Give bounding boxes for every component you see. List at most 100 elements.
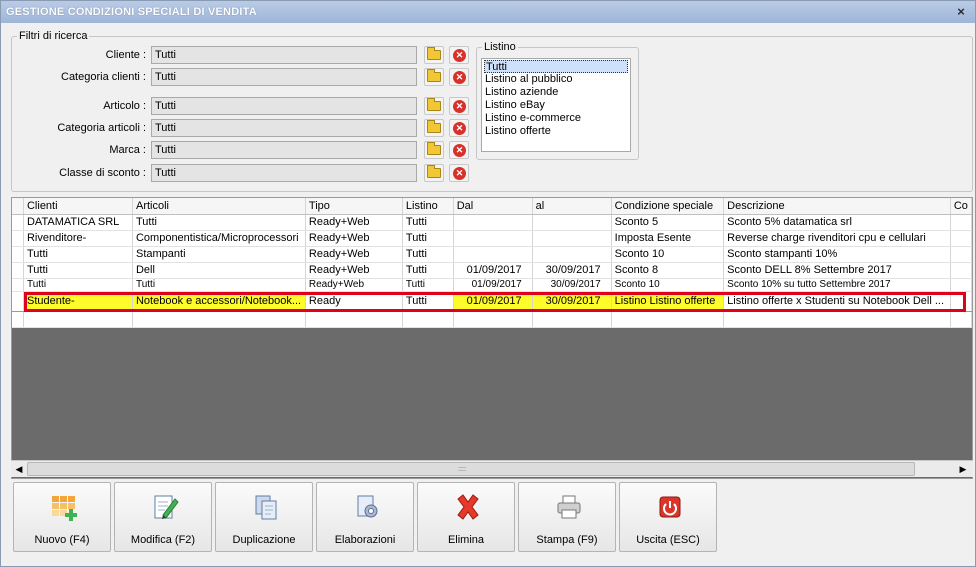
cell: Ready+Web bbox=[305, 262, 403, 279]
cell: Listino Listino offerte bbox=[611, 291, 725, 312]
row-selector[interactable] bbox=[12, 262, 25, 279]
column-header[interactable]: Tipo bbox=[305, 198, 403, 215]
cell bbox=[305, 311, 403, 328]
cell bbox=[453, 230, 533, 247]
cell: Dell bbox=[132, 262, 306, 279]
column-header[interactable]: al bbox=[532, 198, 612, 215]
table-row-new[interactable] bbox=[12, 311, 972, 328]
articolo-clear-button[interactable]: ✕ bbox=[449, 97, 469, 115]
categoria-clienti-label: Categoria clienti : bbox=[61, 71, 146, 83]
marca-clear-button[interactable]: ✕ bbox=[449, 141, 469, 159]
row-selector[interactable] bbox=[12, 214, 25, 231]
edit-pencil-icon bbox=[154, 495, 179, 519]
elimina-button[interactable]: Elimina bbox=[417, 482, 515, 552]
listino-legend: Listino bbox=[484, 41, 516, 53]
uscita-button[interactable]: Uscita (ESC) bbox=[619, 482, 717, 552]
table-row[interactable]: Tutti Stampanti Ready+Web Tutti Sconto 1… bbox=[12, 246, 972, 263]
uscita-label: Uscita (ESC) bbox=[636, 534, 700, 546]
marca-browse-button[interactable] bbox=[424, 141, 444, 159]
cliente-field[interactable]: Tutti bbox=[151, 46, 417, 64]
duplicazione-label: Duplicazione bbox=[232, 534, 296, 546]
categoria-clienti-browse-button[interactable] bbox=[424, 68, 444, 86]
cell bbox=[453, 246, 533, 263]
folder-icon bbox=[427, 165, 441, 178]
cell bbox=[132, 311, 306, 328]
categoria-clienti-field[interactable]: Tutti bbox=[151, 68, 417, 86]
column-header[interactable]: Articoli bbox=[132, 198, 306, 215]
horizontal-scrollbar[interactable]: ◀ :::::::: ▶ bbox=[11, 460, 973, 477]
delete-x-icon bbox=[457, 494, 479, 520]
classe-sconto-clear-button[interactable]: ✕ bbox=[449, 164, 469, 182]
main-window: GESTIONE CONDIZIONI SPECIALI DI VENDITA … bbox=[0, 0, 976, 567]
close-icon[interactable]: × bbox=[957, 4, 965, 19]
cell: 30/09/2017 bbox=[532, 278, 612, 292]
cell bbox=[532, 311, 612, 328]
classe-sconto-field[interactable]: Tutti bbox=[151, 164, 417, 182]
column-header[interactable]: Listino bbox=[402, 198, 454, 215]
cell bbox=[950, 262, 972, 279]
cliente-clear-button[interactable]: ✕ bbox=[449, 46, 469, 64]
cell: Imposta Esente bbox=[611, 230, 725, 247]
table-row[interactable]: DATAMATICA SRL Tutti Ready+Web Tutti Sco… bbox=[12, 214, 972, 231]
column-header[interactable]: Dal bbox=[453, 198, 533, 215]
column-header[interactable]: Descrizione bbox=[723, 198, 951, 215]
cell bbox=[453, 214, 533, 231]
cell bbox=[532, 246, 612, 263]
column-header[interactable]: Clienti bbox=[23, 198, 133, 215]
clear-icon: ✕ bbox=[453, 71, 466, 84]
cell bbox=[23, 311, 133, 328]
row-selector[interactable] bbox=[12, 230, 25, 247]
articolo-field[interactable]: Tutti bbox=[151, 97, 417, 115]
listino-option[interactable]: Listino eBay bbox=[484, 99, 628, 112]
listino-option[interactable]: Listino e-commerce bbox=[484, 112, 628, 125]
categoria-articoli-browse-button[interactable] bbox=[424, 119, 444, 137]
scroll-right-icon[interactable]: ▶ bbox=[956, 462, 970, 476]
table-row-highlighted[interactable]: Studente- Notebook e accessori/Notebook.… bbox=[12, 291, 972, 312]
marca-field[interactable]: Tutti bbox=[151, 141, 417, 159]
listino-option[interactable]: Tutti bbox=[484, 60, 628, 73]
conditions-grid[interactable]: Clienti Articoli Tipo Listino Dal al Con… bbox=[11, 197, 973, 479]
row-selector[interactable] bbox=[12, 311, 25, 328]
cliente-label: Cliente : bbox=[105, 49, 146, 61]
row-selector[interactable] bbox=[12, 291, 25, 312]
categoria-articoli-field[interactable]: Tutti bbox=[151, 119, 417, 137]
stampa-button[interactable]: Stampa (F9) bbox=[518, 482, 616, 552]
cell: Sconto 5% datamatica srl bbox=[723, 214, 951, 231]
classe-sconto-label: Classe di sconto : bbox=[59, 167, 146, 179]
cell: Ready+Web bbox=[305, 278, 403, 292]
nuovo-button[interactable]: Nuovo (F4) bbox=[13, 482, 111, 552]
column-header[interactable]: Condizione speciale bbox=[611, 198, 725, 215]
modifica-label: Modifica (F2) bbox=[130, 534, 196, 546]
cell: Tutti bbox=[402, 291, 454, 312]
categoria-articoli-clear-button[interactable]: ✕ bbox=[449, 119, 469, 137]
row-selector[interactable] bbox=[12, 278, 25, 292]
row-selector[interactable] bbox=[12, 246, 25, 263]
folder-icon bbox=[427, 47, 441, 60]
listino-option[interactable]: Listino aziende bbox=[484, 86, 628, 99]
cell: Sconto stampanti 10% bbox=[723, 246, 951, 263]
table-row[interactable]: Tutti Tutti Ready+Web Tutti 01/09/2017 3… bbox=[12, 278, 972, 292]
categoria-clienti-clear-button[interactable]: ✕ bbox=[449, 68, 469, 86]
elaborazioni-button[interactable]: Elaborazioni bbox=[316, 482, 414, 552]
table-row[interactable]: Tutti Dell Ready+Web Tutti 01/09/2017 30… bbox=[12, 262, 972, 279]
listino-listbox[interactable]: Tutti Listino al pubblico Listino aziend… bbox=[481, 58, 631, 152]
cell: Tutti bbox=[23, 246, 133, 263]
listino-option[interactable]: Listino offerte bbox=[484, 125, 628, 138]
classe-sconto-browse-button[interactable] bbox=[424, 164, 444, 182]
folder-icon bbox=[427, 69, 441, 82]
column-header[interactable]: Co bbox=[950, 198, 972, 215]
cell: Tutti bbox=[402, 278, 454, 292]
clear-icon: ✕ bbox=[453, 167, 466, 180]
cliente-browse-button[interactable] bbox=[424, 46, 444, 64]
cell: Listino offerte x Studenti su Notebook D… bbox=[723, 291, 951, 312]
duplicazione-button[interactable]: Duplicazione bbox=[215, 482, 313, 552]
cell: Sconto 5 bbox=[611, 214, 725, 231]
modifica-button[interactable]: Modifica (F2) bbox=[114, 482, 212, 552]
cell bbox=[532, 214, 612, 231]
cell: Ready bbox=[305, 291, 403, 312]
articolo-browse-button[interactable] bbox=[424, 97, 444, 115]
table-row[interactable]: Rivenditore- Componentistica/Microproces… bbox=[12, 230, 972, 247]
scroll-thumb[interactable]: :::::::: bbox=[27, 462, 915, 476]
listino-option[interactable]: Listino al pubblico bbox=[484, 73, 628, 86]
scroll-left-icon[interactable]: ◀ bbox=[12, 462, 26, 476]
